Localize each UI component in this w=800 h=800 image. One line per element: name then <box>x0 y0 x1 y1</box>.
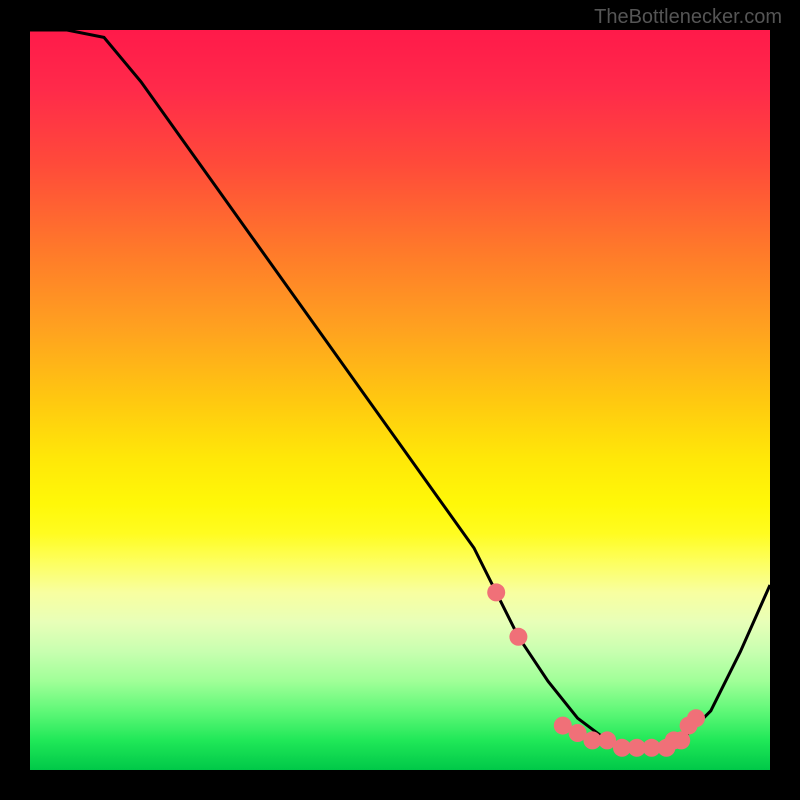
curve-path <box>30 30 770 748</box>
marker-point <box>487 583 505 601</box>
chart-svg <box>30 30 770 770</box>
bottleneck-curve <box>30 30 770 748</box>
marker-point <box>509 628 527 646</box>
plot-area <box>30 30 770 770</box>
watermark-text: TheBottlenecker.com <box>594 6 782 29</box>
marker-point <box>687 709 705 727</box>
chart-container: TheBottlenecker.com <box>0 0 800 800</box>
